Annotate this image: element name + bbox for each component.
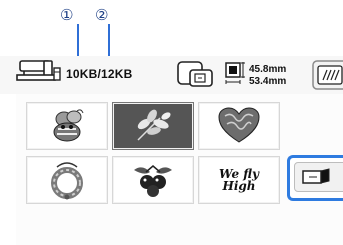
pattern-width: 45.8mm [249, 64, 287, 75]
bee-embroidery-icon [53, 109, 84, 142]
heart-embroidery-icon [218, 107, 260, 143]
stitch-view-button[interactable] [312, 60, 343, 90]
pattern-cell-leaves-selected[interactable] [112, 102, 194, 150]
pattern-size-values: 45.8mm 53.4mm [249, 64, 286, 88]
pattern-cell-heart[interactable] [198, 102, 280, 150]
pattern-cell-we-fly-high[interactable]: We fly High [198, 156, 280, 204]
pattern-cell-wreath[interactable] [26, 156, 108, 204]
callout-number-2: ② [95, 6, 109, 24]
pattern-height: 53.4mm [249, 76, 287, 87]
machine-icon [14, 58, 62, 84]
pattern-script-text: We fly High [219, 167, 260, 193]
cherries-embroidery-icon [134, 165, 172, 197]
leaves-embroidery-icon [137, 109, 171, 141]
memory-used: 10KB [66, 67, 98, 81]
memory-total: 12KB [101, 67, 133, 81]
memory-usage: 10KB/12KB [66, 67, 133, 81]
edit-pattern-button-face [294, 162, 343, 192]
wreath-embroidery-icon [51, 162, 83, 200]
pattern-cell-cherries[interactable] [112, 156, 194, 204]
pattern-size-icon [224, 60, 246, 88]
edit-pattern-button[interactable] [287, 155, 343, 201]
callout-number-1: ① [60, 6, 74, 24]
embroidery-frame-icon [176, 60, 216, 88]
pattern-cell-bee[interactable] [26, 102, 108, 150]
eraser-icon [302, 168, 330, 184]
